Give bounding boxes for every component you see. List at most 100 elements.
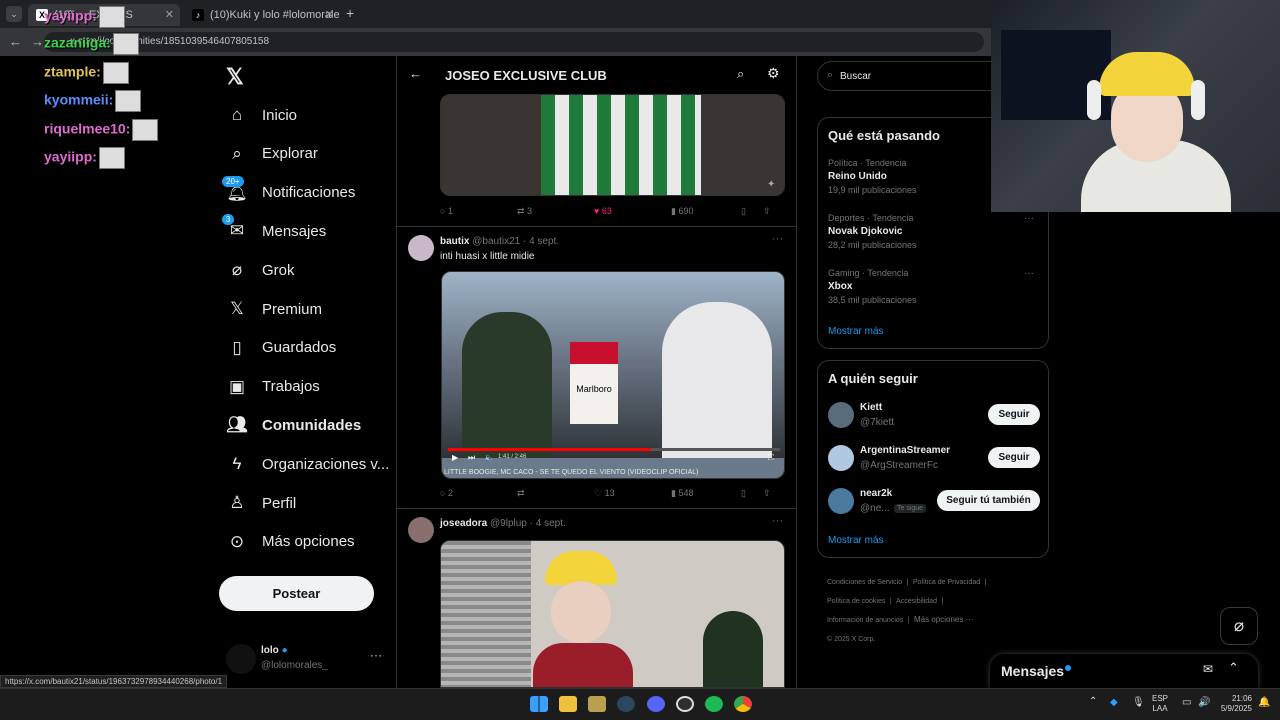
volume-icon[interactable]: 🔈 <box>484 453 494 462</box>
tweet-video[interactable]: Marlboro ▶ ⏭ 🔈 1:41 / 2:46 ⛶ LITTLE BOOG… <box>441 271 785 479</box>
close-icon[interactable]: ✕ <box>165 8 174 21</box>
new-message-icon[interactable]: ✉ <box>1203 662 1213 676</box>
tray-shield-icon[interactable]: ◆ <box>1110 697 1118 708</box>
nav-item-notificaciones[interactable]: 🔔︎ Notificaciones <box>226 179 355 207</box>
windows-start-icon[interactable] <box>530 696 548 712</box>
avatar[interactable] <box>408 517 434 543</box>
forward-arrow-icon[interactable]: → <box>31 34 44 49</box>
bookmark-icon[interactable]: ▯ <box>741 206 763 217</box>
nav-item-inicio[interactable]: ⌂ Inicio <box>226 101 297 129</box>
nav-item-premium[interactable]: 𝕏 Premium <box>226 295 322 323</box>
status-bar-url: https://x.com/bautix21/status/1963732978… <box>0 675 228 688</box>
more-dots-icon[interactable]: ··· <box>1024 268 1034 279</box>
clock[interactable]: 21:06 5/9/2025 <box>1214 694 1252 714</box>
trend-item[interactable]: Deportes · Tendencia Novak Djokovic 28,2 m… <box>828 213 1038 250</box>
follow-button[interactable]: Seguir <box>988 447 1040 468</box>
follow-suggestion[interactable]: ArgentinaStreamer @ArgStreamerFc Seguir <box>828 444 1040 474</box>
nav-item-perfil[interactable]: ♙ Perfil <box>226 489 296 517</box>
close-icon[interactable]: ✕ <box>325 8 334 21</box>
footer-link[interactable]: Condiciones de Servicio <box>827 579 902 586</box>
show-more-link[interactable]: Mostrar más <box>828 535 884 546</box>
url-bar[interactable]: x.com/i/communities/1851039546407805158 <box>44 32 984 52</box>
file-explorer-icon[interactable] <box>559 696 577 712</box>
nav-item-grok[interactable]: ⌀ Grok <box>226 256 295 284</box>
follow-button[interactable]: Seguir <box>988 404 1040 425</box>
like-button[interactable]: ♡ 13 <box>594 488 671 499</box>
more-dots-icon[interactable]: ··· <box>772 233 783 245</box>
gear-icon[interactable]: ⚙ <box>767 65 780 82</box>
nav-item-label: Perfil <box>262 494 297 512</box>
next-icon[interactable]: ⏭ <box>468 453 475 463</box>
follow-button[interactable]: Seguir tú también <box>937 490 1040 511</box>
search-input[interactable]: ⌕ Buscar <box>817 61 1017 91</box>
more-dots-icon[interactable]: ··· <box>1024 213 1034 224</box>
network-icon[interactable]: ▭ <box>1182 697 1191 708</box>
x-logo-icon[interactable]: 𝕏 <box>226 64 244 90</box>
account-switcher[interactable]: lolo ● @lolomorales_ ··· <box>226 642 386 676</box>
retweet-button[interactable]: ⇄ 3 <box>517 206 594 217</box>
more-dots-icon[interactable]: ··· <box>772 515 783 527</box>
search-icon[interactable]: ⌕ <box>737 66 744 82</box>
author-name[interactable]: joseadora <box>440 518 487 529</box>
reply-button[interactable]: ○ 1 <box>440 206 517 217</box>
share-icon[interactable]: ⇧ <box>763 206 771 217</box>
video-progress-bar[interactable] <box>448 448 780 451</box>
show-more-link[interactable]: Mostrar más <box>828 326 884 337</box>
new-tab-icon[interactable]: + <box>346 5 354 21</box>
fullscreen-icon[interactable]: ⛶ <box>768 453 774 463</box>
discord-icon[interactable] <box>647 696 665 712</box>
nav-item-explorar[interactable]: ⌕ Explorar <box>226 140 318 168</box>
tweet-media-image[interactable]: ✦ <box>440 94 785 196</box>
post-button[interactable]: Postear <box>219 576 374 611</box>
like-button[interactable]: ♥ 63 <box>594 206 671 217</box>
tray-mic-icon[interactable]: 🎙 <box>1132 697 1145 708</box>
nav-item-mensajes[interactable]: ✉ Mensajes <box>226 217 326 245</box>
retweet-button[interactable]: ⇄ <box>517 488 594 499</box>
footer-link[interactable]: Política de Privacidad <box>913 579 980 586</box>
language-indicator[interactable]: ESP LAA <box>1152 694 1168 714</box>
chrome-icon[interactable] <box>734 696 752 712</box>
obs-icon[interactable] <box>676 696 694 712</box>
notification-bell-icon[interactable]: 🔔 <box>1258 697 1270 708</box>
nav-item-más-opciones[interactable]: ⊙ Más opciones <box>226 528 355 556</box>
messages-drawer[interactable]: Mensajes ✉ ⌃ <box>990 654 1258 688</box>
nav-item-trabajos[interactable]: ▣ Trabajos <box>226 373 320 401</box>
tab-list-chevron-icon[interactable]: ⌄ <box>6 6 22 22</box>
grok-floating-button[interactable]: ⌀ <box>1220 607 1258 645</box>
more-options-link[interactable]: Más opciones ··· <box>914 615 974 624</box>
avatar[interactable] <box>408 235 434 261</box>
tweet-media-image[interactable] <box>440 540 785 688</box>
nav-item-guardados[interactable]: ▯ Guardados <box>226 334 336 362</box>
headphones <box>1087 80 1101 120</box>
footer-link[interactable]: Accesibilidad <box>896 598 937 605</box>
author-handle[interactable]: @bautix21 <box>472 236 520 247</box>
follow-suggestion[interactable]: near2k @ne... Te sigue Seguir tú también <box>828 487 1040 517</box>
views-button[interactable]: ▮ 690 <box>671 206 741 217</box>
author-handle[interactable]: @9lplup <box>490 518 527 529</box>
speaker-icon[interactable]: 🔊 <box>1198 697 1210 708</box>
follow-suggestion[interactable]: Kiett @7kiett Seguir <box>828 401 1040 431</box>
author-name[interactable]: bautix <box>440 236 469 247</box>
bookmark-icon[interactable]: ▯ <box>741 488 763 499</box>
tweet-text: inti huasi x little midie <box>440 251 535 262</box>
tweet-date[interactable]: 4 sept. <box>536 518 566 529</box>
reply-button[interactable]: ○ 2 <box>440 488 517 499</box>
nav-item-comunidades[interactable]: 👥︎ Comunidades <box>226 411 361 439</box>
back-arrow-icon[interactable]: ← <box>9 34 22 49</box>
back-arrow-icon[interactable]: ← <box>409 66 422 81</box>
share-icon[interactable]: ⇧ <box>763 488 771 499</box>
tab-tiktok[interactable]: ♪ (10)Kuki y lolo #lolomorales #l ✕ <box>184 4 340 26</box>
nav-item-organizaciones-v[interactable]: ϟ Organizaciones v... <box>226 450 390 478</box>
steam-icon[interactable] <box>617 696 635 712</box>
footer-link[interactable]: Política de cookies <box>827 598 885 605</box>
play-icon[interactable]: ▶ <box>452 453 458 462</box>
footer-link[interactable]: Información de anuncios <box>827 617 903 624</box>
folder-icon[interactable] <box>588 696 606 712</box>
spotify-icon[interactable] <box>705 696 723 712</box>
trend-item[interactable]: Gaming · Tendencia Xbox 38,5 mil publicaci… <box>828 268 1038 305</box>
expand-chevron-icon[interactable]: ⌃ <box>1228 660 1239 676</box>
tray-chevron-icon[interactable]: ⌃ <box>1089 696 1097 707</box>
tweet-date[interactable]: 4 sept. <box>529 236 559 247</box>
more-dots-icon[interactable]: ··· <box>370 648 382 662</box>
views-button[interactable]: ▮ 548 <box>671 488 741 499</box>
